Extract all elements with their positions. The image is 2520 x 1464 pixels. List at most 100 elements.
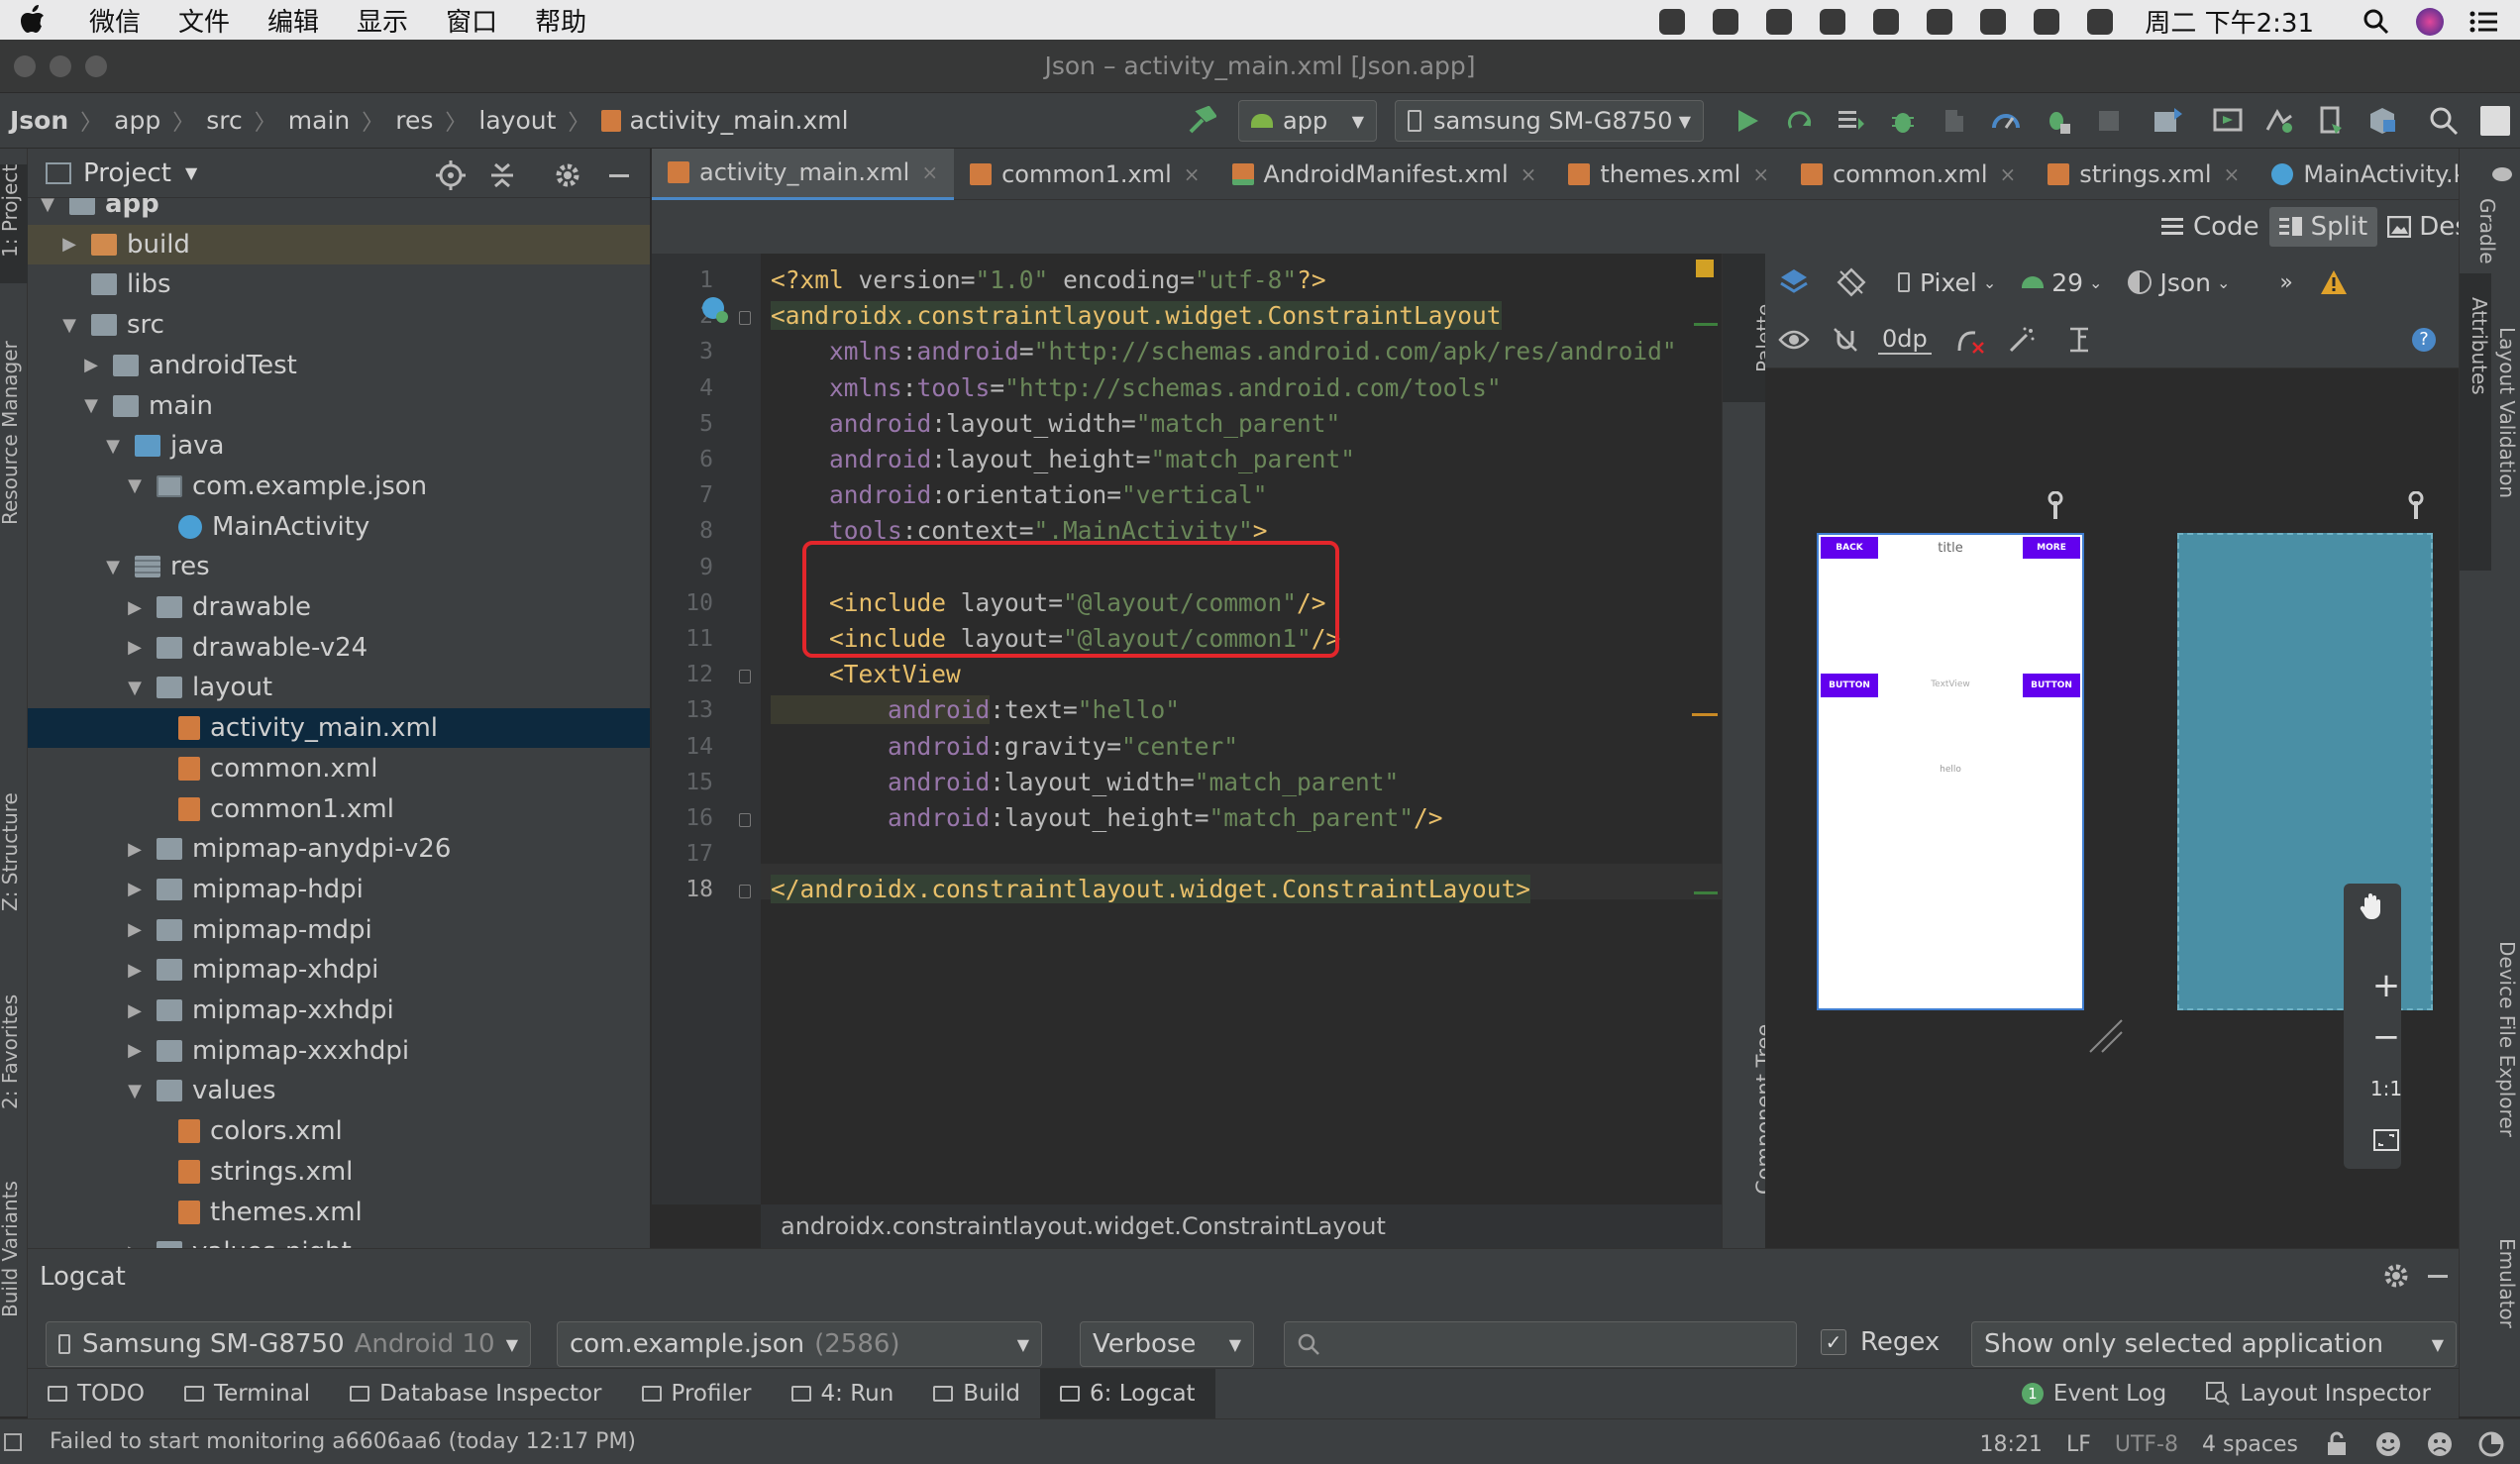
wrench-icon[interactable] (2405, 491, 2427, 519)
tree-item[interactable]: ▼ app (28, 198, 650, 224)
kotlin-activity-gutter-icon[interactable] (700, 295, 730, 325)
tool-tab-build-variants[interactable]: Build Variants (0, 1181, 22, 1317)
line-number[interactable]: 6 (652, 447, 713, 472)
stop-icon[interactable] (2090, 102, 2128, 140)
tree-item[interactable]: ▶ mipmap-xxhdpi (28, 991, 650, 1030)
collapsed-arrow-icon[interactable]: ▶ (125, 597, 145, 618)
tree-item[interactable]: strings.xml (28, 1152, 650, 1192)
logcat-process-select[interactable]: com.example.json (2586) ▼ (557, 1321, 1042, 1367)
account-avatar[interactable] (2476, 102, 2514, 140)
make-project-hammer-icon[interactable] (1183, 102, 1220, 140)
tool-tab-structure[interactable]: Z: Structure (0, 792, 22, 911)
code-line[interactable]: android:layout_width="match_parent" (771, 409, 1340, 438)
code-line[interactable]: android:layout_height="match_parent"/> (771, 803, 1443, 832)
sync-icon[interactable] (1816, 5, 1849, 39)
tool-tab-device-file-explorer[interactable]: Device File Explorer (2495, 941, 2519, 1137)
preview-more-button[interactable]: MORE (2023, 537, 2080, 559)
tree-item[interactable]: activity_main.xml (28, 708, 650, 749)
line-number[interactable]: 16 (652, 805, 713, 831)
line-number[interactable]: 9 (652, 555, 713, 580)
bottom-tab[interactable]: Build (913, 1369, 1040, 1418)
code-line[interactable]: <?xml version="1.0" encoding="utf-8"?> (771, 265, 1326, 294)
regex-checkbox[interactable]: ✓ Regex (1821, 1327, 1940, 1357)
tree-item[interactable]: ▼ values (28, 1071, 650, 1110)
run-icon[interactable] (1730, 102, 1767, 140)
line-number[interactable]: 17 (652, 841, 713, 867)
warning-marker[interactable] (1696, 260, 1714, 277)
event-log-tab[interactable]: 1 Event Log (2002, 1369, 2186, 1418)
line-number[interactable]: 13 (652, 697, 713, 723)
editor-tab[interactable]: common1.xml × (954, 149, 1215, 200)
bottom-tab[interactable]: Terminal (164, 1369, 330, 1418)
attach-debugger-icon[interactable] (2039, 102, 2076, 140)
zoom-out-icon[interactable]: − (2367, 1017, 2405, 1057)
breadcrumb-item[interactable]: main (288, 106, 350, 135)
tree-item[interactable]: ▶ mipmap-xhdpi (28, 950, 650, 990)
api-level-select[interactable]: 29 ⌄ (2022, 268, 2102, 297)
view-options-eye-icon[interactable] (1775, 321, 1813, 359)
hide-panel-icon[interactable] (600, 157, 638, 194)
collapsed-arrow-icon[interactable]: ▶ (125, 1040, 145, 1061)
battery-icon[interactable] (2030, 5, 2063, 39)
menu-item[interactable]: 显示 (357, 2, 408, 39)
code-line[interactable]: xmlns:tools="http://schemas.android.com/… (771, 373, 1502, 402)
line-number[interactable]: 10 (652, 590, 713, 616)
tree-item[interactable]: ▶ drawable (28, 587, 650, 627)
tree-item[interactable]: ▶ mipmap-mdpi (28, 910, 650, 950)
tree-item[interactable]: ▼ src (28, 305, 650, 345)
code-line[interactable]: android:layout_width="match_parent" (771, 768, 1399, 796)
avd-manager-icon[interactable] (2209, 102, 2247, 140)
status-message[interactable]: Failed to start monitoring a6606aa6 (tod… (50, 1429, 636, 1454)
menu-item[interactable]: 文件 (178, 2, 230, 39)
network-icon[interactable] (1762, 5, 1796, 39)
warning-icon[interactable] (2315, 263, 2353, 301)
expanded-arrow-icon[interactable]: ▼ (81, 395, 101, 416)
breadcrumb-item[interactable]: Json (10, 106, 68, 135)
tree-item[interactable]: colors.xml (28, 1111, 650, 1151)
expanded-arrow-icon[interactable]: ▼ (59, 315, 79, 336)
pan-hand-icon[interactable] (2354, 888, 2391, 925)
expanded-arrow-icon[interactable]: ▼ (125, 475, 145, 496)
breadcrumb-item[interactable]: res (395, 106, 433, 135)
menu-item[interactable]: 编辑 (267, 2, 319, 39)
tool-tab-emulator[interactable]: Emulator (2495, 1238, 2519, 1328)
apple-icon[interactable] (20, 5, 46, 35)
file-encoding[interactable]: UTF-8 (2115, 1432, 2178, 1457)
preview-right-button[interactable]: BUTTON (2023, 674, 2080, 697)
search-everywhere-icon[interactable] (2425, 102, 2463, 140)
code-line[interactable]: android:text="hello" (771, 695, 1180, 725)
line-number[interactable]: 15 (652, 770, 713, 795)
collapsed-arrow-icon[interactable]: ▶ (125, 839, 145, 860)
layout-inspector-tab[interactable]: Layout Inspector (2186, 1369, 2451, 1418)
code-line[interactable]: android:orientation="vertical" (771, 480, 1268, 509)
checkbox-checked-icon[interactable]: ✓ (1821, 1329, 1846, 1355)
line-number[interactable]: 12 (652, 662, 713, 687)
split-view-button[interactable]: Split (2268, 207, 2378, 247)
tool-tab-gradle[interactable]: Gradle (2475, 198, 2499, 264)
coverage-icon[interactable] (1936, 102, 1973, 140)
wechat-icon[interactable] (1709, 5, 1742, 39)
notification-center-icon[interactable] (2467, 5, 2500, 39)
breadcrumb-item[interactable]: activity_main.xml (601, 106, 849, 135)
line-number[interactable]: 4 (652, 375, 713, 401)
editor-tab[interactable]: common.xml × (1785, 149, 2032, 200)
close-tab-icon[interactable]: × (2224, 162, 2241, 186)
code-line[interactable]: android:layout_height="match_parent" (771, 445, 1355, 473)
disable-autoconnect-icon[interactable] (1827, 321, 1864, 359)
help-icon[interactable]: ? (2405, 321, 2443, 359)
vpn-icon[interactable] (1869, 5, 1903, 39)
menubar-clock[interactable]: 周二 下午2:31 (2145, 3, 2314, 40)
memory-indicator-icon[interactable] (2472, 1425, 2510, 1463)
close-tab-icon[interactable]: × (2000, 162, 2017, 186)
tree-item[interactable]: common.xml (28, 749, 650, 788)
line-number[interactable]: 11 (652, 626, 713, 652)
breadcrumb-item[interactable]: app (114, 106, 160, 135)
tree-item[interactable]: MainActivity (28, 507, 650, 547)
tool-windows-toggle-icon[interactable] (4, 1432, 22, 1451)
settings-gear-icon[interactable] (549, 157, 586, 194)
tree-item[interactable]: ▼ layout (28, 668, 650, 707)
code-line[interactable]: <TextView (771, 660, 961, 688)
zoom-to-100-button[interactable]: 1:1 (2367, 1070, 2405, 1107)
line-number[interactable]: 14 (652, 734, 713, 760)
editor-tab[interactable]: themes.xml × (1552, 149, 1785, 200)
